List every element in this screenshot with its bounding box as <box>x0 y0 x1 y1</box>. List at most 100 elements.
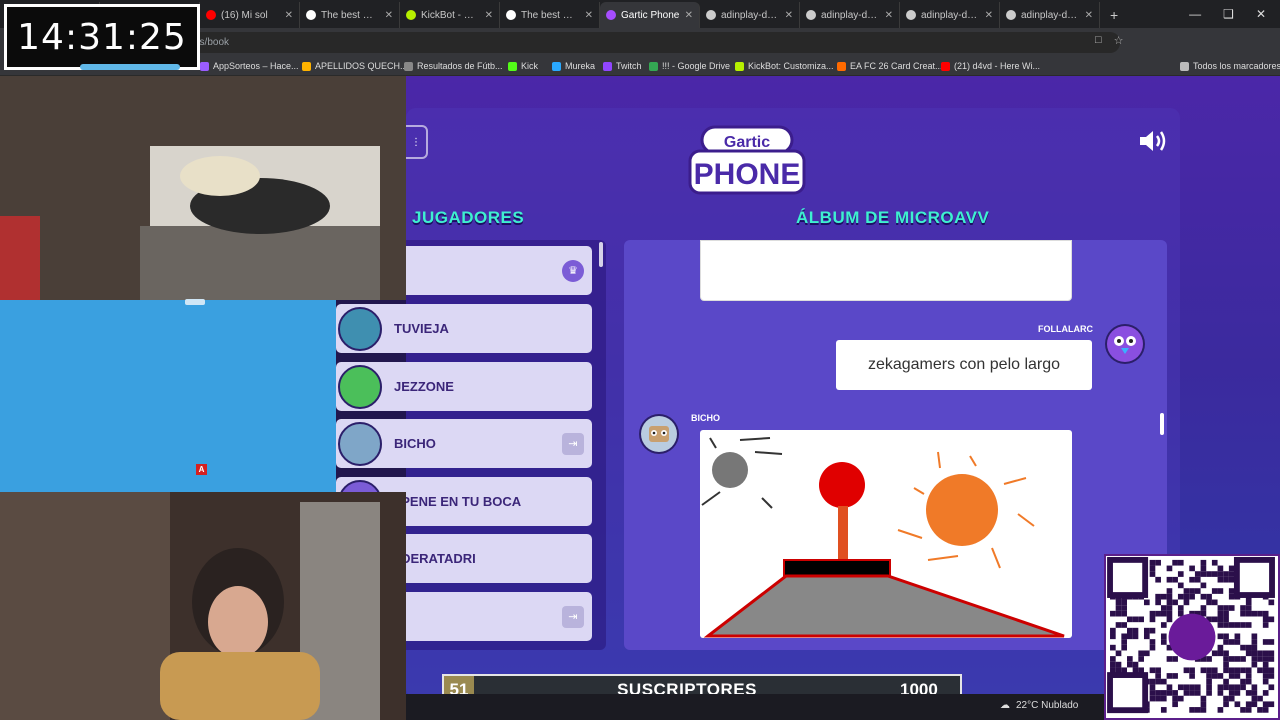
tab-favicon-icon <box>706 10 716 20</box>
bookmark-favicon-icon <box>508 61 517 71</box>
weather-widget[interactable]: ☁ 22°C Nublado <box>1000 700 1078 711</box>
browser-tab[interactable]: The best Chatb ✕ <box>500 2 600 28</box>
tab-close-icon[interactable]: ✕ <box>385 10 393 21</box>
tab-close-icon[interactable]: ✕ <box>585 10 593 21</box>
tab-close-icon[interactable]: ✕ <box>1085 10 1093 21</box>
bookmark-favicon-icon <box>302 61 311 71</box>
tab-favicon-icon <box>906 10 916 20</box>
browser-tab[interactable]: Gartic Phone ✕ <box>600 2 700 28</box>
entry-author-avatar <box>639 414 679 454</box>
tab-favicon-icon <box>406 10 416 20</box>
tab-close-icon[interactable]: ✕ <box>985 10 993 21</box>
tab-favicon-icon <box>606 10 616 20</box>
bookmark-item[interactable]: (21) d4vd - Here Wi... <box>941 58 1040 74</box>
tab-close-icon[interactable]: ✕ <box>785 10 793 21</box>
bookmark-favicon-icon <box>735 61 744 71</box>
tab-favicon-icon <box>506 10 516 20</box>
camera-blocked-icon[interactable]: □ <box>1095 34 1102 47</box>
tab-label: (16) Mi sol <box>221 9 268 21</box>
tab-close-icon[interactable]: ✕ <box>885 10 893 21</box>
browser-tab[interactable]: (16) Mi sol ✕ <box>200 2 300 28</box>
webcam-feed-bottom <box>0 492 406 720</box>
address-bar[interactable]: es/book <box>150 32 1120 53</box>
gartic-phone-logo: Gartic PHONE <box>688 125 806 195</box>
bookmark-favicon-icon <box>649 61 658 71</box>
kick-player-icon[interactable]: ⇥ <box>562 605 584 628</box>
bookmark-favicon-icon <box>941 61 950 71</box>
browser-tab[interactable]: adinplay-d.ope ✕ <box>900 2 1000 28</box>
weather-text: 22°C Nublado <box>1016 700 1079 711</box>
bookmark-item[interactable]: APELLIDOS QUECH... <box>302 58 408 74</box>
bookmark-favicon-icon <box>552 61 561 71</box>
bookmark-item[interactable]: EA FC 26 Card Creat... <box>837 58 943 74</box>
all-bookmarks[interactable]: Todos los marcadores <box>1180 58 1280 74</box>
bookmark-item[interactable]: KickBot: Customiza... <box>735 58 834 74</box>
tab-label: adinplay-d.ope <box>921 9 980 21</box>
cloud-icon: ☁ <box>1000 700 1010 711</box>
players-title: JUGADORES <box>412 208 525 227</box>
webcam-scene <box>0 76 406 300</box>
bookmark-label: Mureka <box>565 61 596 71</box>
tab-close-icon[interactable]: ✕ <box>285 10 293 21</box>
bookmark-label: Twitch <box>616 61 642 71</box>
album-scrollbar[interactable] <box>1160 413 1164 435</box>
player-name: I PENE EN TU BOCA <box>394 494 522 509</box>
tab-favicon-icon <box>806 10 816 20</box>
robot-avatar-icon <box>641 416 677 452</box>
browser-tab[interactable]: adinplay-d.ope ✕ <box>700 2 800 28</box>
entry-author-avatar <box>1105 324 1145 364</box>
stream-clock: 14:31:25 <box>4 4 200 70</box>
bookmark-favicon-icon <box>200 61 209 71</box>
back-button[interactable]: ⋮ <box>406 125 428 159</box>
kick-player-icon[interactable]: ⇥ <box>562 432 584 455</box>
webcam-feed-top <box>0 76 406 300</box>
tab-favicon-icon <box>306 10 316 20</box>
overlay-badge: A <box>196 464 207 475</box>
browser-tab[interactable]: The best Chatb ✕ <box>300 2 400 28</box>
player-row: JEZZONE <box>336 362 592 411</box>
bookmark-item[interactable]: AppSorteos – Hace... <box>200 58 299 74</box>
album-title: ÁLBUM DE MICROAVV <box>796 208 990 227</box>
browser-tab[interactable]: KickBot - Kick ✕ <box>400 2 500 28</box>
yape-qr-code <box>1104 554 1280 720</box>
sound-icon[interactable] <box>1138 128 1168 154</box>
logo-bottom-text: PHONE <box>694 158 801 191</box>
bookmark-favicon-icon <box>837 61 846 71</box>
bookmark-item[interactable]: Twitch <box>603 58 642 74</box>
bookmark-label: AppSorteos – Hace... <box>213 61 299 71</box>
player-avatar <box>338 306 382 351</box>
player-row: BICHO ⇥ <box>336 419 592 468</box>
tab-label: KickBot - Kick <box>421 9 480 21</box>
logo-top-text: Gartic <box>724 134 770 151</box>
bookmark-item[interactable]: Resultados de Fútb... <box>404 58 503 74</box>
browser-tab[interactable]: adinplay-d.ope ✕ <box>1000 2 1100 28</box>
bookmark-item[interactable]: !!! - Google Drive <box>649 58 730 74</box>
player-avatar <box>338 364 382 409</box>
webcam-scene <box>0 492 406 720</box>
bookmark-label: KickBot: Customiza... <box>748 61 834 71</box>
bookmark-label: Kick <box>521 61 539 71</box>
overlay-blue-panel <box>0 300 330 492</box>
players-scrollbar[interactable] <box>599 242 603 267</box>
star-icon[interactable]: ☆ <box>1114 34 1124 47</box>
tab-close-icon[interactable]: ✕ <box>485 10 493 21</box>
close-icon[interactable]: ✕ <box>1256 7 1266 21</box>
folder-icon <box>1180 61 1189 71</box>
player-name: JEZZONE <box>394 379 454 394</box>
bookmark-item[interactable]: Kick <box>508 58 538 74</box>
bookmark-label: !!! - Google Drive <box>662 61 731 71</box>
bookmark-favicon-icon <box>404 61 413 71</box>
tab-label: adinplay-d.ope <box>721 9 780 21</box>
minimize-icon[interactable]: — <box>1189 7 1201 21</box>
bookmark-label: APELLIDOS QUECH... <box>315 61 408 71</box>
bookmark-label: EA FC 26 Card Creat... <box>850 61 943 71</box>
overlay-tag <box>185 299 205 305</box>
tab-label: adinplay-d.ope <box>821 9 880 21</box>
player-drawing <box>700 430 1072 638</box>
new-tab-button[interactable]: + <box>1100 2 1128 28</box>
tab-close-icon[interactable]: ✕ <box>685 10 693 21</box>
restore-icon[interactable]: ❑ <box>1223 7 1234 21</box>
bookmark-item[interactable]: Mureka <box>552 58 595 74</box>
browser-tab[interactable]: adinplay-d.ope ✕ <box>800 2 900 28</box>
crown-icon: ♛ <box>562 259 584 282</box>
